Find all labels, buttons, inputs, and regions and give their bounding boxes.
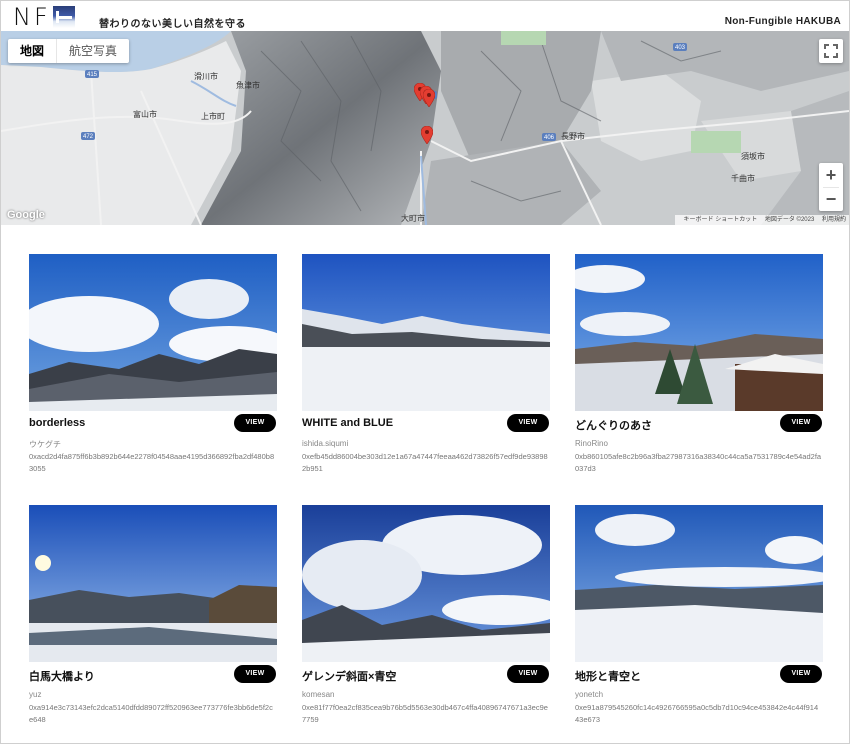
card-owner: yonetch (575, 690, 604, 699)
map-label-nagano: 長野市 (561, 131, 585, 141)
nft-card[interactable]: どんぐりのあさ VIEW RinoRino 0xb860105afe8c2b96… (575, 254, 823, 473)
card-owner: ishida.siqumi (302, 439, 349, 448)
map-type-tab-map[interactable]: 地図 (8, 39, 58, 63)
map-label-omachi: 大町市 (401, 213, 425, 223)
card-title[interactable]: 地形と青空と (575, 668, 641, 684)
card-owner: komesan (302, 690, 335, 699)
nft-card[interactable]: WHITE and BLUE VIEW ishida.siqumi 0xefb4… (302, 254, 550, 473)
photo-thumbnail[interactable] (302, 254, 550, 411)
view-button[interactable]: VIEW (507, 665, 549, 683)
google-logo[interactable]: Google (7, 209, 45, 221)
card-token-hash: 0xacd2d4fa875ff6b3b892b644e2278f04548aae… (29, 452, 275, 473)
map-fullscreen-button[interactable] (819, 39, 843, 63)
card-title[interactable]: ゲレンデ斜面×青空 (302, 668, 396, 684)
logo-h-mark-icon (52, 6, 78, 28)
site-header: NF 替わりのない美しい自然を守る Non-Fungible HAKUBA (1, 1, 849, 31)
card-token-hash: 0xe81f77f0ea2cf835cea9b76b5d5563e30db467… (302, 703, 548, 724)
road-shield-415: 415 (87, 72, 98, 78)
card-owner: ウケグチ (29, 440, 61, 449)
nft-card[interactable]: 白馬大橋より VIEW yuz 0xa914e3c73143efc2dca514… (29, 505, 277, 724)
nft-card[interactable]: 地形と青空と VIEW yonetch 0xe91a879545260fc14c… (575, 505, 823, 724)
terms-link[interactable]: 利用規約 (822, 217, 846, 223)
map-label-chikuma: 千曲市 (731, 173, 755, 183)
zoom-divider (823, 187, 839, 188)
map-marker-pin-icon[interactable] (421, 126, 433, 144)
card-token-hash: 0xe91a879545260fc14c4926766595a0c5db7d10… (575, 703, 819, 724)
map-marker-pin-icon[interactable] (423, 89, 435, 107)
view-button[interactable]: VIEW (507, 414, 549, 432)
view-button[interactable]: VIEW (234, 414, 276, 432)
photo-thumbnail[interactable] (29, 505, 277, 662)
zoom-out-button[interactable]: − (819, 187, 843, 211)
card-title[interactable]: borderless (29, 417, 85, 429)
map-label-suzaka: 須坂市 (741, 151, 765, 161)
map-type-control: 地図 航空写真 (8, 39, 130, 63)
card-token-hash: 0xb860105afe8c2b96a3fba27987316a38340c44… (575, 452, 822, 473)
view-button[interactable]: VIEW (234, 665, 276, 683)
logo-text: NF (13, 3, 51, 31)
card-title[interactable]: WHITE and BLUE (302, 417, 393, 429)
card-owner: yuz (29, 690, 42, 699)
site-logo[interactable]: NF (13, 3, 78, 31)
map-type-tab-satellite[interactable]: 航空写真 (57, 39, 129, 63)
nft-card[interactable]: ゲレンデ斜面×青空 VIEW komesan 0xe81f77f0ea2cf83… (302, 505, 550, 724)
road-shield-472: 472 (83, 134, 94, 140)
map-label-namerikawa: 滑川市 (194, 71, 218, 81)
road-shield-406: 406 (544, 135, 555, 141)
map-zoom-control: + − (819, 163, 843, 211)
card-title[interactable]: 白馬大橋より (29, 668, 95, 684)
map-attribution: キーボード ショートカット 地図データ ©2023 利用規約 (674, 215, 849, 225)
site-tagline: 替わりのない美しい自然を守る (99, 19, 246, 30)
photo-thumbnail[interactable] (575, 254, 823, 411)
zoom-in-button[interactable]: + (819, 163, 843, 187)
map-data-credit: 地図データ ©2023 (764, 217, 815, 223)
card-token-hash: 0xa914e3c73143efc2dca5140dfdd89072ff5209… (29, 703, 273, 724)
nft-card[interactable]: borderless VIEW ウケグチ 0xacd2d4fa875ff6b3b… (29, 254, 277, 473)
photo-thumbnail[interactable] (29, 254, 277, 411)
view-button[interactable]: VIEW (780, 665, 822, 683)
brand-name[interactable]: Non-Fungible HAKUBA (725, 16, 841, 27)
photo-thumbnail[interactable] (575, 505, 823, 662)
photo-thumbnail[interactable] (302, 505, 550, 662)
map-label-toyama: 富山市 (133, 109, 157, 119)
map-label-kamiichi: 上市町 (201, 111, 225, 121)
fullscreen-icon (824, 44, 838, 58)
card-token-hash: 0xefb45dd86004be303d12e1a67a47447feeaa46… (302, 452, 548, 473)
card-title[interactable]: どんぐりのあさ (575, 417, 652, 433)
keyboard-shortcuts-link[interactable]: キーボード ショートカット (684, 217, 758, 223)
map-label-uozu: 魚津市 (236, 80, 260, 90)
view-button[interactable]: VIEW (780, 414, 822, 432)
road-shield-403: 403 (675, 45, 686, 51)
map-view[interactable]: 富山市 長野市 魚津市 滑川市 大町市 上市町 千曲市 須坂市 415 472 … (1, 31, 849, 225)
card-owner: RinoRino (575, 439, 608, 448)
